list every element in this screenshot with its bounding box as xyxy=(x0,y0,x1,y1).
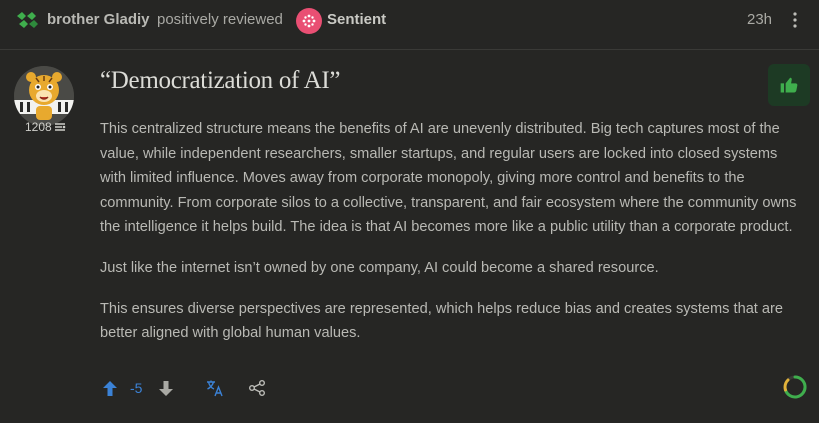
project-name-link[interactable]: Sentient xyxy=(327,11,386,28)
karma-count: 1208 xyxy=(25,120,52,134)
post-actions: -5 xyxy=(100,378,810,400)
timestamp: 23h xyxy=(747,11,773,28)
vote-score: -5 xyxy=(130,380,143,396)
tiger-avatar-image xyxy=(14,66,74,126)
sentient-logo-icon xyxy=(302,14,316,28)
arrow-down-icon[interactable] xyxy=(158,380,174,397)
translate-icon[interactable] xyxy=(206,379,224,397)
header-divider xyxy=(0,49,819,50)
post-title: “Democratization of AI” xyxy=(100,67,341,94)
loading-spinner-icon xyxy=(783,375,807,399)
positive-review-button[interactable] xyxy=(768,64,810,106)
karma-icon xyxy=(54,123,66,131)
arrow-up-icon[interactable] xyxy=(102,380,118,397)
thumbs-up-icon xyxy=(780,77,798,93)
author-avatar[interactable] xyxy=(14,66,74,126)
post-header: brother Gladiy positively reviewed Senti… xyxy=(0,0,819,40)
user-name-link[interactable]: brother Gladiy xyxy=(47,11,150,28)
post-paragraph: Just like the internet isn’t owned by on… xyxy=(100,259,659,276)
project-avatar[interactable] xyxy=(296,8,322,34)
post-paragraph: This ensures diverse perspectives are re… xyxy=(100,300,784,342)
post-paragraph: This centralized structure means the ben… xyxy=(100,121,797,236)
author-karma: 1208 xyxy=(25,120,66,134)
kebab-menu-icon[interactable] xyxy=(788,10,802,30)
share-icon[interactable] xyxy=(248,379,266,397)
post-body: This centralized structure means the ben… xyxy=(100,117,800,362)
action-text: positively reviewed xyxy=(157,11,283,28)
logo-icon[interactable] xyxy=(16,11,38,29)
